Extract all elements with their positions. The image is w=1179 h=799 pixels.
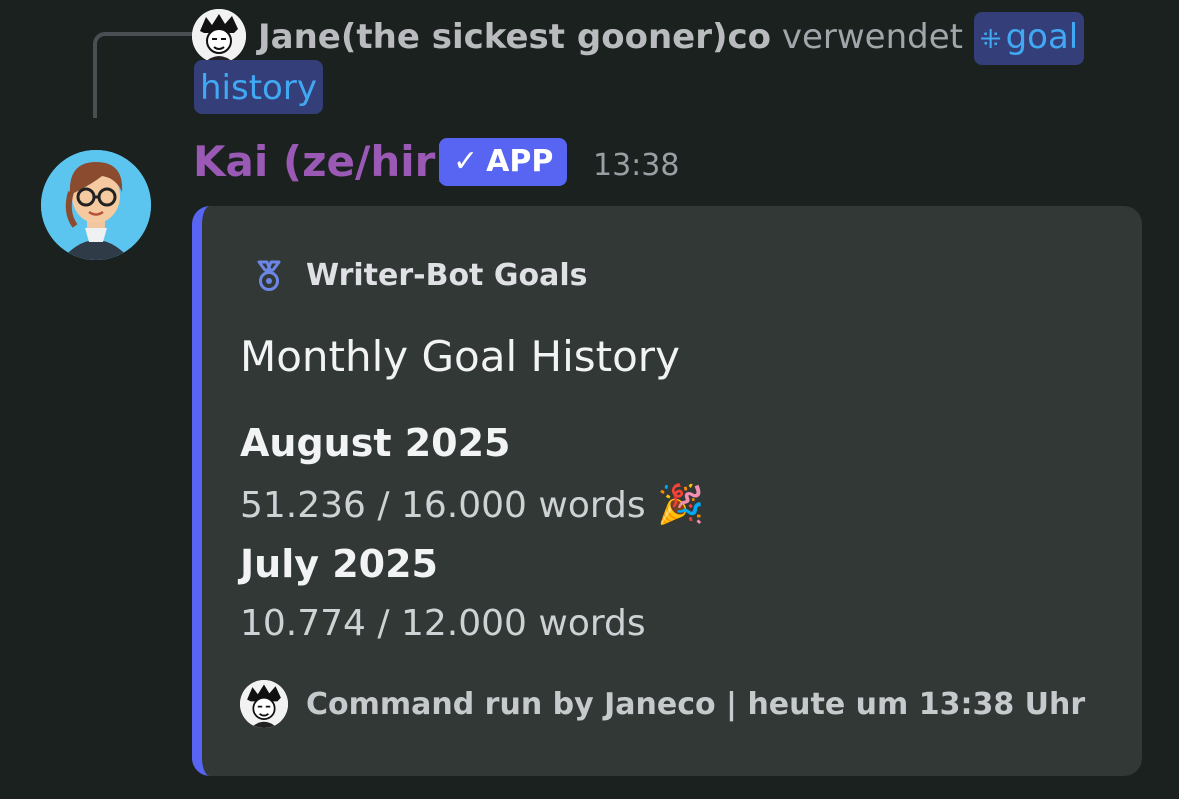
reply-line-text: Jane(the sickest gooner)co verwendet ⁜ go…: [258, 10, 1158, 65]
author-name[interactable]: Kai (ze/hir): [193, 134, 455, 190]
embed-author-name: Writer-Bot Goals: [306, 258, 588, 293]
reply-connector: [93, 32, 193, 118]
reply-verb: verwendet: [781, 17, 963, 57]
verified-check-icon: ✓: [453, 144, 479, 179]
field-name-july: July 2025: [240, 542, 438, 586]
embed-title: Monthly Goal History: [240, 332, 680, 381]
reply-user-avatar[interactable]: [192, 9, 246, 63]
slash-command-name: goal: [1005, 17, 1079, 57]
field-value-august-text: 51.236 / 16.000 words: [240, 485, 646, 526]
slash-command-continued[interactable]: history: [194, 60, 323, 114]
embed-card: Writer-Bot Goals Monthly Goal History Au…: [192, 206, 1142, 776]
embed-footer: Command run by Janeco | heute um 13:38 U…: [240, 680, 1085, 728]
field-value-august: 51.236 / 16.000 words 🎉: [240, 482, 704, 527]
embed-footer-text: Command run by Janeco | heute um 13:38 U…: [306, 686, 1086, 722]
slash-command-mention[interactable]: ⁜ goal: [973, 12, 1085, 65]
reply-user-name[interactable]: Jane(the sickest gooner)co: [258, 17, 771, 57]
party-popper-icon: 🎉: [657, 482, 705, 526]
slash-command-icon: ⁜: [979, 25, 1002, 55]
field-name-august: August 2025: [240, 421, 511, 465]
field-value-july: 10.774 / 12.000 words: [240, 603, 646, 644]
app-badge-label: APP: [486, 144, 554, 179]
medal-icon: [257, 260, 281, 291]
message-timestamp[interactable]: 13:38: [593, 144, 679, 188]
app-badge: ✓ APP: [439, 138, 568, 186]
embed-author: Writer-Bot Goals: [252, 258, 587, 293]
author-avatar[interactable]: [41, 150, 151, 260]
footer-avatar: [240, 680, 288, 728]
